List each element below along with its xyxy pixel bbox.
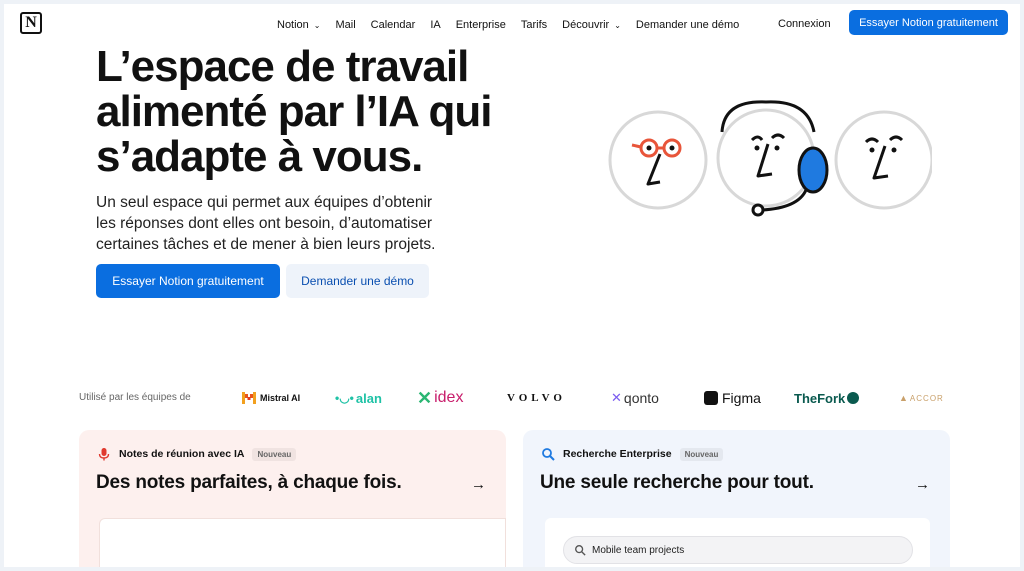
alan-logo: •◡• alan [335, 388, 382, 408]
hero-title-line: s’adapte à vous. [96, 132, 423, 181]
nav-link-mail[interactable]: Mail [336, 19, 356, 31]
arrow-right-icon[interactable]: → [471, 476, 486, 493]
chevron-down-icon: ⌄ [313, 20, 321, 30]
alan-mark-icon: •◡• [335, 391, 354, 405]
nav-link-label: Tarifs [520, 19, 548, 31]
card-tag-label: Notes de réunion avec IA [119, 448, 245, 460]
logos-label: Utilisé par les équipes de [79, 392, 191, 403]
hero-subtitle: Un seul espace qui permet aux équipes d’… [96, 192, 496, 255]
hero-illustration [608, 100, 932, 217]
figma-mark-icon [704, 391, 718, 405]
qonto-mark-icon: ✕ [611, 390, 622, 405]
volvo-logo: VOLVO [507, 388, 566, 408]
hero-subtitle-line: Un seul espace qui permet aux équipes d’… [96, 194, 433, 211]
logo-text: ACCOR [909, 393, 944, 403]
nav-link-label: IA [430, 19, 441, 31]
card-title: Une seule recherche pour tout. [540, 472, 814, 493]
mistral-mark-icon [242, 392, 256, 404]
nav-link-label: Mail [335, 19, 356, 31]
thefork-mark-icon [847, 392, 860, 404]
new-badge: Nouveau [252, 447, 297, 461]
nav-link-decouvrir[interactable]: Découvrir ⌄ [562, 19, 621, 31]
try-free-button[interactable]: Essayer Notion gratuitement [96, 264, 280, 298]
logo-text: Figma [722, 390, 761, 406]
face-headset-illustration [716, 100, 829, 217]
thefork-logo: TheFork [794, 388, 860, 408]
arrow-right-icon[interactable]: → [915, 476, 930, 493]
hero-title: L’espace de travail alimenté par l’IA qu… [96, 44, 536, 179]
nav-link-calendar[interactable]: Calendar [371, 19, 416, 31]
nav-link-label: Demander une démo [635, 19, 740, 31]
notion-logo[interactable]: N [20, 12, 42, 34]
logo-text: TheFork [794, 390, 846, 406]
card-tag: Notes de réunion avec IA Nouveau [97, 447, 297, 461]
logo-text: VOLVO [507, 392, 566, 404]
accor-mark-icon: ▲ [899, 393, 908, 403]
hero-subtitle-line: certaines tâches et de mener à bien leur… [96, 236, 436, 253]
card-preview [99, 518, 506, 567]
nav-try-free-button[interactable]: Essayer Notion gratuitement [849, 10, 1008, 35]
mistral-logo: Mistral AI [242, 388, 300, 408]
search-input-value: Mobile team projects [592, 544, 685, 556]
card-tag: Recherche Enterprise Nouveau [541, 447, 724, 461]
nav-link-label: Notion [277, 19, 309, 31]
card-title: Des notes parfaites, à chaque fois. [96, 472, 402, 493]
nav-link-label: Découvrir [562, 19, 610, 31]
card-preview: Mobile team projects [545, 518, 930, 567]
request-demo-button[interactable]: Demander une démo [286, 264, 429, 298]
nav-link-ia[interactable]: IA [430, 19, 440, 31]
nav-links: Notion ⌄ Mail Calendar IA Enterprise Tari… [277, 4, 754, 46]
search-icon [542, 448, 555, 461]
idex-mark-icon: ✕ [417, 387, 433, 408]
card-tag-label: Recherche Enterprise [563, 448, 672, 460]
logo-text: Mistral AI [260, 393, 301, 403]
new-badge: Nouveau [679, 447, 724, 461]
accor-logo: ▲ ACCOR [899, 388, 944, 408]
page: N Notion ⌄ Mail Calendar IA Enterprise Ta… [4, 4, 1020, 567]
logo-text: idex [434, 389, 464, 406]
search-icon [575, 545, 586, 556]
logo-text: qonto [623, 390, 659, 406]
login-link[interactable]: Connexion [778, 18, 831, 30]
hero-title-line: alimenté par l’IA qui [96, 87, 492, 136]
face-glasses-illustration [608, 110, 708, 210]
logo-letter: N [25, 14, 37, 31]
nav-link-notion[interactable]: Notion ⌄ [277, 19, 321, 31]
nav-link-demo[interactable]: Demander une démo [636, 19, 739, 31]
face-plain-illustration [834, 110, 932, 210]
nav-link-tarifs[interactable]: Tarifs [521, 19, 547, 31]
idex-logo: ✕ idex [417, 388, 463, 408]
chevron-down-icon: ⌄ [614, 20, 621, 30]
microphone-icon [98, 448, 110, 461]
enterprise-search-card[interactable]: Recherche Enterprise Nouveau Une seule r… [523, 430, 950, 567]
qonto-logo: ✕ qonto [611, 388, 659, 408]
hero-subtitle-line: les réponses dont elles ont besoin, d’au… [96, 215, 433, 232]
figma-logo: Figma [704, 388, 761, 408]
nav-link-label: Calendar [370, 19, 416, 31]
hero-title-line: L’espace de travail [96, 42, 469, 91]
nav-link-enterprise[interactable]: Enterprise [456, 19, 506, 31]
search-input[interactable]: Mobile team projects [563, 536, 913, 564]
nav-link-label: Enterprise [455, 19, 506, 31]
logo-text: alan [355, 390, 382, 406]
top-nav: N Notion ⌄ Mail Calendar IA Enterprise Ta… [4, 4, 1020, 46]
meeting-notes-card[interactable]: Notes de réunion avec IA Nouveau Des not… [79, 430, 506, 567]
